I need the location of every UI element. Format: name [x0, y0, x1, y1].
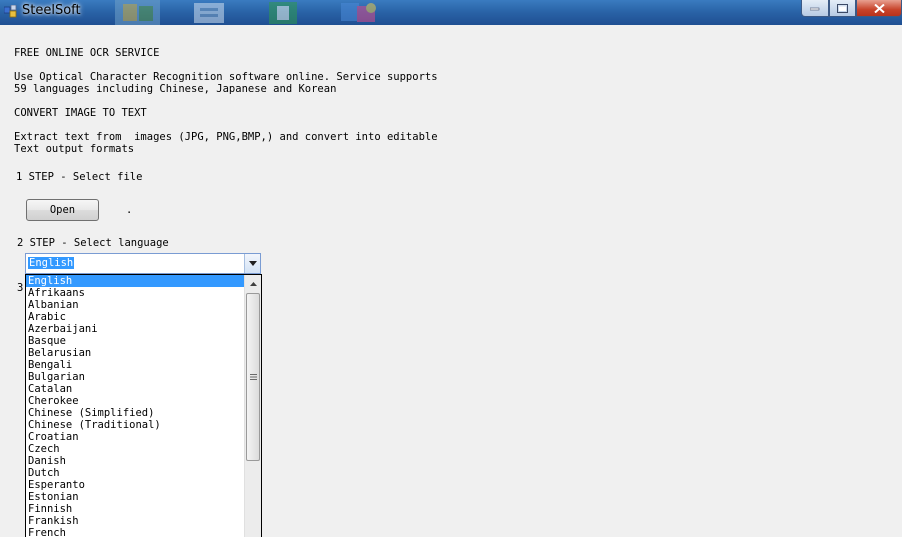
language-option[interactable]: Afrikaans	[26, 287, 245, 299]
language-option[interactable]: Esperanto	[26, 479, 245, 491]
language-option[interactable]: Bulgarian	[26, 371, 245, 383]
language-select-value: English	[28, 257, 75, 269]
dropdown-button[interactable]	[244, 254, 260, 273]
heading-convert: CONVERT IMAGE TO TEXT	[14, 107, 147, 119]
language-option[interactable]: Danish	[26, 455, 245, 467]
window-title: SteelSoft	[22, 3, 81, 18]
taskbar-thumbnail-decoration	[194, 3, 224, 23]
language-option[interactable]: Czech	[26, 443, 245, 455]
taskbar-thumbnail-decoration	[269, 2, 297, 24]
language-option[interactable]: Azerbaijani	[26, 323, 245, 335]
language-option[interactable]: Chinese (Traditional)	[26, 419, 245, 431]
description-line: Extract text from images (JPG, PNG,BMP,)…	[14, 131, 438, 143]
taskbar-thumbnail-decoration	[115, 0, 160, 25]
minimize-icon	[810, 7, 820, 11]
language-option[interactable]: Basque	[26, 335, 245, 347]
language-option[interactable]: Albanian	[26, 299, 245, 311]
minimize-button[interactable]	[801, 0, 829, 17]
language-option[interactable]: French	[26, 527, 245, 537]
step3-label: 3	[17, 282, 24, 294]
language-option[interactable]: Cherokee	[26, 395, 245, 407]
title-bar[interactable]: SteelSoft	[0, 0, 902, 25]
language-option[interactable]: Belarusian	[26, 347, 245, 359]
maximize-icon	[837, 3, 848, 13]
vertical-scrollbar[interactable]	[244, 275, 261, 537]
language-option[interactable]: Catalan	[26, 383, 245, 395]
chevron-down-icon	[248, 261, 257, 266]
grip-icon	[249, 374, 257, 380]
open-file-button[interactable]: Open	[26, 199, 99, 221]
language-option[interactable]: Arabic	[26, 311, 245, 323]
taskbar-thumbnail-decoration	[341, 3, 376, 22]
maximize-button[interactable]	[829, 0, 856, 17]
language-option[interactable]: Dutch	[26, 467, 245, 479]
chevron-up-icon	[249, 281, 257, 286]
description-line: 59 languages including Chinese, Japanese…	[14, 83, 337, 95]
language-option[interactable]: Chinese (Simplified)	[26, 407, 245, 419]
language-option[interactable]: Frankish	[26, 515, 245, 527]
app-icon	[4, 5, 17, 18]
heading-free-ocr: FREE ONLINE OCR SERVICE	[14, 47, 160, 59]
language-option[interactable]: Finnish	[26, 503, 245, 515]
close-icon	[873, 3, 885, 13]
scroll-up-button[interactable]	[245, 275, 261, 292]
step1-label: 1 STEP - Select file	[16, 171, 143, 183]
language-options: English Afrikaans Albanian Arabic Azerbaijan…	[26, 275, 245, 537]
language-option[interactable]: Bengali	[26, 359, 245, 371]
language-option[interactable]: English	[26, 275, 245, 287]
scrollbar-thumb[interactable]	[246, 293, 260, 461]
description-line: Use Optical Character Recognition softwa…	[14, 71, 438, 83]
language-dropdown-list[interactable]: English Afrikaans Albanian Arabic Azerbaijan…	[25, 274, 262, 537]
language-option[interactable]: Estonian	[26, 491, 245, 503]
description-line: Text output formats	[14, 143, 135, 155]
step2-label: 2 STEP - Select language	[17, 237, 169, 249]
language-select[interactable]: English	[25, 253, 261, 274]
language-option[interactable]: Croatian	[26, 431, 245, 443]
close-button[interactable]	[856, 0, 902, 17]
file-status-label: .	[126, 204, 133, 216]
